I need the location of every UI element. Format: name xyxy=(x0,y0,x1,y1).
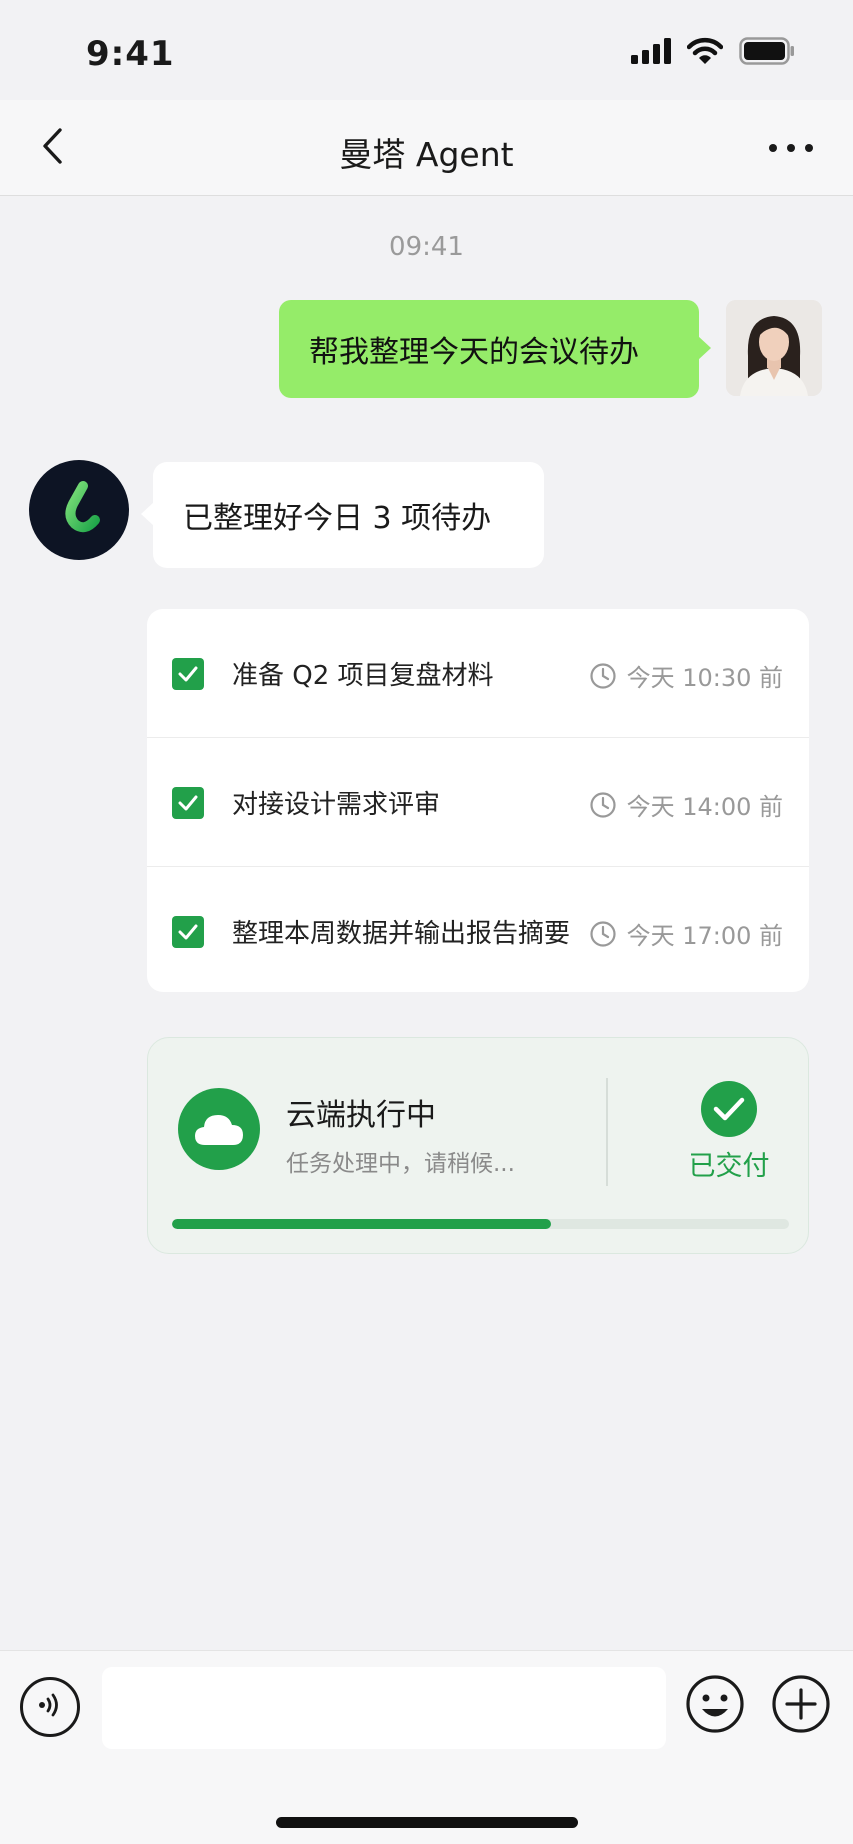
more-button[interactable] xyxy=(763,128,819,168)
task-subtitle: 任务处理中，请稍候... xyxy=(286,1151,515,1177)
agent-message-text: 已整理好今日 3 项待办 xyxy=(183,501,492,536)
todo-item[interactable]: 准备 Q2 项目复盘材料 今天 10:30 前 xyxy=(147,609,809,738)
divider xyxy=(606,1078,608,1186)
progress-bar xyxy=(172,1219,789,1229)
todo-due: 今天 17:00 前 xyxy=(589,916,783,951)
check-circle-icon xyxy=(701,1081,757,1137)
emoji-button[interactable] xyxy=(684,1675,746,1737)
emoji-icon xyxy=(685,1674,745,1738)
todo-due: 今天 10:30 前 xyxy=(589,658,783,693)
clock-icon xyxy=(589,662,617,690)
page-title: 曼塔 Agent xyxy=(339,135,514,174)
user-avatar[interactable] xyxy=(726,300,822,396)
clock-icon xyxy=(589,920,617,948)
status-bar: 9:41 xyxy=(0,0,853,100)
home-indicator[interactable] xyxy=(276,1817,578,1828)
checkbox-checked-icon[interactable] xyxy=(172,916,204,948)
task-title: 云端执行中 xyxy=(286,1098,436,1133)
user-message-text: 帮我整理今天的会议待办 xyxy=(309,335,639,370)
todo-text: 整理本周数据并输出报告摘要 xyxy=(232,919,571,949)
chat-timestamp: 09:41 xyxy=(389,232,464,262)
todo-due: 今天 14:00 前 xyxy=(589,787,783,822)
todo-due-text: 今天 14:00 前 xyxy=(626,793,783,821)
battery-icon xyxy=(739,37,795,69)
cloud-task-card[interactable]: 云端执行中 任务处理中，请稍候... 已交付 xyxy=(147,1037,809,1254)
more-dot xyxy=(805,144,813,152)
todo-item[interactable]: 整理本周数据并输出报告摘要 今天 17:00 前 xyxy=(147,867,809,992)
plus-icon xyxy=(771,1674,831,1738)
more-dot xyxy=(787,144,795,152)
add-button[interactable] xyxy=(770,1675,832,1737)
todo-due-text: 今天 10:30 前 xyxy=(626,664,783,692)
wifi-icon xyxy=(686,37,724,69)
clock-icon xyxy=(589,791,617,819)
checkbox-checked-icon[interactable] xyxy=(172,658,204,690)
todo-text: 准备 Q2 项目复盘材料 xyxy=(232,661,494,691)
voice-icon xyxy=(35,1690,65,1724)
status-icons xyxy=(631,37,795,69)
agent-avatar[interactable] xyxy=(29,460,129,560)
voice-button[interactable] xyxy=(20,1677,80,1737)
progress-bar-fill xyxy=(172,1219,552,1229)
nav-bar: 曼塔 Agent xyxy=(0,100,853,196)
checkbox-checked-icon[interactable] xyxy=(172,787,204,819)
todo-due-text: 今天 17:00 前 xyxy=(626,922,783,950)
status-time: 9:41 xyxy=(86,34,175,74)
signal-icon xyxy=(631,38,671,68)
input-bar xyxy=(0,1650,853,1844)
agent-logo-icon xyxy=(47,476,111,544)
more-dot xyxy=(769,144,777,152)
agent-message-bubble[interactable]: 已整理好今日 3 项待办 xyxy=(141,462,544,568)
message-input[interactable] xyxy=(102,1667,666,1749)
cloud-icon xyxy=(178,1088,260,1170)
todo-item[interactable]: 对接设计需求评审 今天 14:00 前 xyxy=(147,738,809,867)
task-status-label: 已交付 xyxy=(688,1151,770,1182)
todo-list-card: 准备 Q2 项目复盘材料 今天 10:30 前 对接设计需求评审 今天 14:0… xyxy=(147,609,809,992)
user-message-bubble[interactable]: 帮我整理今天的会议待办 xyxy=(279,300,711,398)
todo-text: 对接设计需求评审 xyxy=(232,790,441,820)
